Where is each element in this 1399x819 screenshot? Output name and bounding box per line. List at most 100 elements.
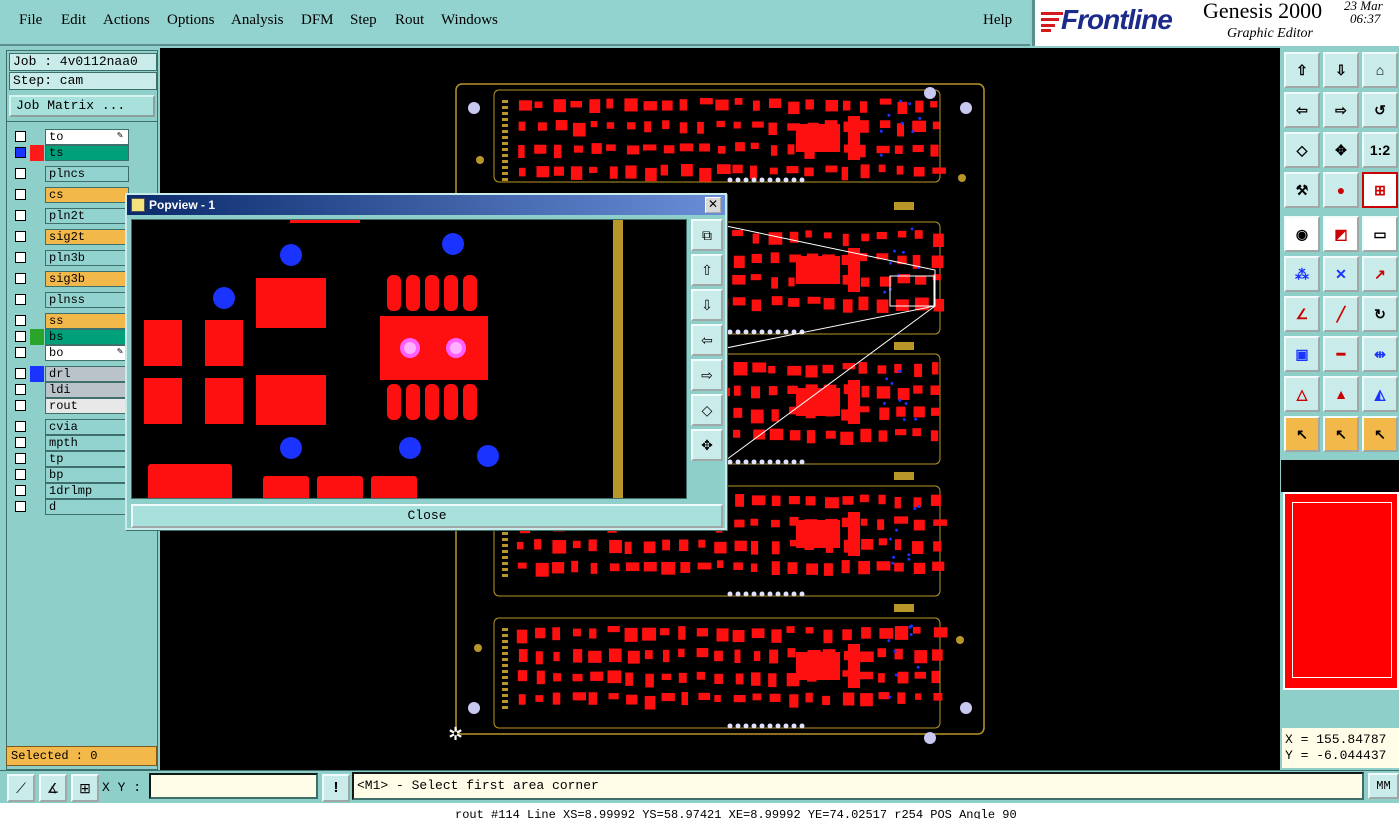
fiducial bbox=[958, 174, 966, 182]
move-button[interactable]: ↗ bbox=[1362, 256, 1398, 292]
pan-right-button[interactable]: ⇨ bbox=[1323, 92, 1359, 128]
popview-canvas[interactable] bbox=[131, 219, 687, 499]
red-pad bbox=[625, 562, 640, 572]
info-button[interactable]: ! bbox=[322, 774, 350, 802]
ic-lead bbox=[406, 384, 420, 420]
select-pad-button[interactable]: ◉ bbox=[1284, 216, 1320, 252]
red-pad bbox=[913, 519, 925, 531]
pointer-edit-button[interactable]: ↖ bbox=[1362, 416, 1398, 452]
red-pad bbox=[932, 121, 940, 130]
pan-down-button[interactable]: ⇩ bbox=[1323, 52, 1359, 88]
popview-pan-down-button[interactable]: ⇩ bbox=[691, 289, 723, 321]
red-pad bbox=[570, 166, 583, 180]
pointer-button[interactable]: ↖ bbox=[1284, 416, 1320, 452]
red-pad bbox=[823, 563, 833, 576]
snap-angle-button[interactable]: ∡ bbox=[39, 774, 67, 802]
red-pad bbox=[897, 230, 907, 238]
pan-left-button[interactable]: ⇦ bbox=[1284, 92, 1320, 128]
red-pad bbox=[822, 695, 831, 706]
drill-pad bbox=[751, 723, 757, 729]
menu-options[interactable]: Options bbox=[167, 12, 215, 29]
gold-pad bbox=[502, 112, 508, 115]
connect-button[interactable]: ⁂ bbox=[1284, 256, 1320, 292]
menu-dfm[interactable]: DFM bbox=[301, 12, 334, 29]
grid-button[interactable]: ⊞ bbox=[71, 774, 99, 802]
menu-help[interactable]: Help bbox=[983, 12, 1012, 29]
popview-close-button[interactable]: Close bbox=[131, 504, 723, 528]
measure-distance-button[interactable]: ⇹ bbox=[1362, 336, 1398, 372]
measure-tool-button[interactable]: ⚒ bbox=[1284, 172, 1320, 208]
popview-pan-right-button[interactable]: ⇨ bbox=[691, 359, 723, 391]
menu-windows[interactable]: Windows bbox=[441, 12, 498, 29]
red-pad bbox=[573, 649, 583, 663]
units-button[interactable]: MM bbox=[1368, 773, 1399, 799]
point-button[interactable]: ▣ bbox=[1284, 336, 1320, 372]
gold-pad bbox=[502, 682, 508, 685]
popview-zoom-fit-button[interactable]: ◇ bbox=[691, 394, 723, 426]
pointer-select-button[interactable]: ↖ bbox=[1323, 416, 1359, 452]
ic-pad bbox=[796, 256, 840, 284]
brand-header: Frontline Genesis 2000 Graphic Editor 23… bbox=[1032, 0, 1399, 46]
red-pad bbox=[679, 539, 689, 552]
menu-file[interactable]: File bbox=[19, 12, 42, 29]
zoom-ratio-label: 1:2 bbox=[1369, 142, 1391, 158]
zoom-ratio-button[interactable]: 1:2 bbox=[1362, 132, 1398, 168]
popview-titlebar[interactable]: Popview - 1 bbox=[127, 195, 725, 215]
red-pad bbox=[679, 122, 688, 134]
ic-pad bbox=[848, 248, 860, 292]
arc-button[interactable]: ↻ bbox=[1362, 296, 1398, 332]
popview-pan-left-button[interactable]: ⇦ bbox=[691, 324, 723, 356]
drill-pad bbox=[727, 459, 733, 465]
red-pad bbox=[752, 121, 764, 128]
red-pad bbox=[897, 101, 908, 115]
minimap-viewport[interactable] bbox=[1292, 502, 1392, 678]
triangle-fill-button[interactable]: ◭ bbox=[1362, 376, 1398, 412]
red-pad bbox=[930, 144, 939, 157]
snap-tool-button[interactable]: ● bbox=[1323, 172, 1359, 208]
triangle-button[interactable]: △ bbox=[1284, 376, 1320, 412]
menu-step[interactable]: Step bbox=[350, 12, 377, 29]
ic-pad bbox=[848, 116, 860, 160]
close-icon[interactable]: ✕ bbox=[705, 197, 721, 213]
drill-pad bbox=[775, 591, 781, 597]
red-pad bbox=[859, 101, 868, 113]
angle-button[interactable]: ∠ bbox=[1284, 296, 1320, 332]
popview-pan-up-button[interactable]: ⇧ bbox=[691, 254, 723, 286]
via bbox=[914, 417, 918, 421]
job-matrix-button[interactable]: Job Matrix ... bbox=[9, 95, 155, 117]
red-pad bbox=[752, 693, 762, 701]
angle-icon: ∠ bbox=[1295, 306, 1309, 322]
zoom-home-button[interactable]: ⇧ bbox=[1284, 52, 1320, 88]
red-pad bbox=[589, 99, 601, 113]
zoom-fit-button[interactable]: ◇ bbox=[1284, 132, 1320, 168]
popview-zoomed-view[interactable] bbox=[132, 220, 687, 499]
red-pad bbox=[518, 100, 533, 111]
line-button[interactable]: ╱ bbox=[1323, 296, 1359, 332]
home-button[interactable]: ⌂ bbox=[1362, 52, 1398, 88]
red-pad bbox=[805, 692, 813, 703]
delete-button[interactable]: ✕ bbox=[1323, 256, 1359, 292]
layer-tool-button[interactable]: ⊞ bbox=[1362, 172, 1398, 208]
ruler-button[interactable]: ▭ bbox=[1362, 216, 1398, 252]
snap-diagonal-button[interactable]: ⟋ bbox=[7, 774, 35, 802]
menu-rout[interactable]: Rout bbox=[395, 12, 424, 29]
undo-view-button[interactable]: ↺ bbox=[1362, 92, 1398, 128]
drill-pad bbox=[783, 459, 789, 465]
minimap[interactable] bbox=[1283, 492, 1399, 690]
red-pad bbox=[894, 516, 909, 524]
drill-pad bbox=[775, 723, 781, 729]
via-pad bbox=[399, 437, 421, 459]
red-pad bbox=[861, 627, 871, 639]
red-pad bbox=[697, 562, 712, 570]
select-area-button[interactable]: ◩ bbox=[1323, 216, 1359, 252]
xy-input[interactable] bbox=[149, 773, 318, 799]
triangle-outline-button[interactable]: ▲ bbox=[1323, 376, 1359, 412]
zoom-in-button[interactable]: ✥ bbox=[1323, 132, 1359, 168]
menu-actions[interactable]: Actions bbox=[103, 12, 150, 29]
popview-zoom-button[interactable]: ⧉ bbox=[691, 219, 723, 251]
menu-analysis[interactable]: Analysis bbox=[231, 12, 284, 29]
red-pad bbox=[805, 99, 814, 110]
popview-zoom-in-button[interactable]: ✥ bbox=[691, 429, 723, 461]
menu-edit[interactable]: Edit bbox=[61, 12, 86, 29]
horizontal-button[interactable]: ━ bbox=[1323, 336, 1359, 372]
